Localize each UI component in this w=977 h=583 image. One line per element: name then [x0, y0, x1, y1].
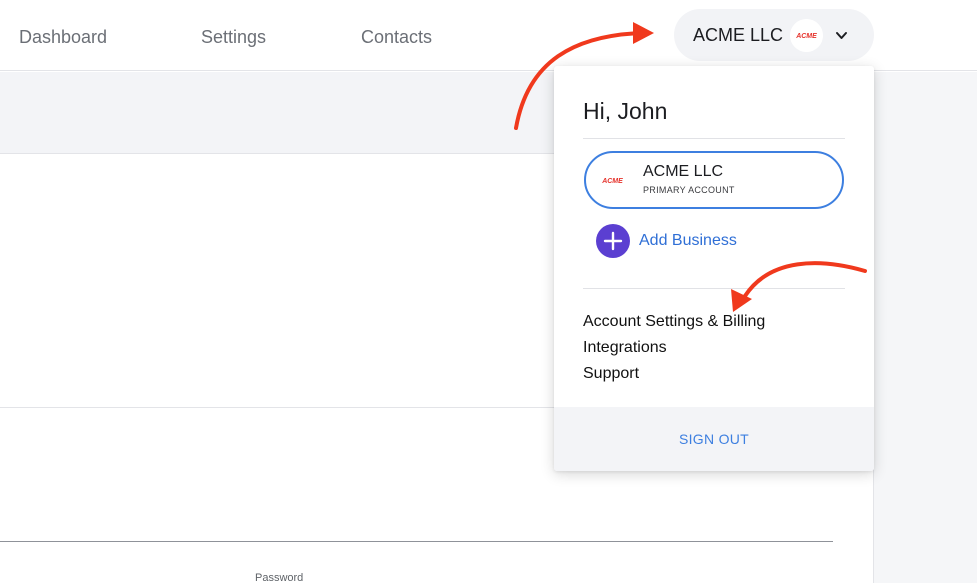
account-switcher-button[interactable]: ACME LLC ACME: [674, 9, 874, 61]
menu-item-integrations[interactable]: Integrations: [583, 339, 667, 357]
nav-settings[interactable]: Settings: [201, 27, 266, 48]
right-side-panel: [873, 72, 977, 583]
chevron-down-icon: [836, 32, 847, 39]
acme-logo-icon: ACME: [596, 164, 629, 197]
form-field-underline[interactable]: [0, 541, 833, 542]
account-dropdown-menu: Hi, John ACME ACME LLC PRIMARY ACCOUNT A…: [554, 66, 874, 471]
dropdown-divider: [583, 288, 845, 289]
menu-item-account-settings-billing[interactable]: Account Settings & Billing: [583, 313, 765, 331]
nav-dashboard[interactable]: Dashboard: [19, 27, 107, 48]
add-business-label: Add Business: [639, 232, 737, 249]
current-account-card[interactable]: ACME ACME LLC PRIMARY ACCOUNT: [584, 151, 844, 209]
dropdown-divider: [583, 138, 845, 139]
top-navigation: Dashboard Settings Contacts ACME LLC ACM…: [0, 0, 977, 71]
nav-contacts[interactable]: Contacts: [361, 27, 432, 48]
account-switcher-name: ACME LLC: [693, 25, 784, 45]
sign-out-footer: SIGN OUT: [554, 407, 874, 471]
add-business-button[interactable]: Add Business: [596, 224, 756, 258]
current-account-name: ACME LLC: [643, 163, 724, 180]
plus-icon: [596, 224, 630, 258]
current-account-subtitle: PRIMARY ACCOUNT: [643, 185, 735, 195]
acme-logo-text: ACME: [601, 178, 623, 185]
sign-out-button[interactable]: SIGN OUT: [554, 431, 874, 447]
password-label: Password: [255, 572, 304, 583]
greeting: Hi, John: [583, 98, 668, 124]
acme-logo-text: ACME: [795, 33, 817, 40]
menu-item-support[interactable]: Support: [583, 365, 639, 383]
acme-logo-icon: ACME: [790, 19, 823, 52]
